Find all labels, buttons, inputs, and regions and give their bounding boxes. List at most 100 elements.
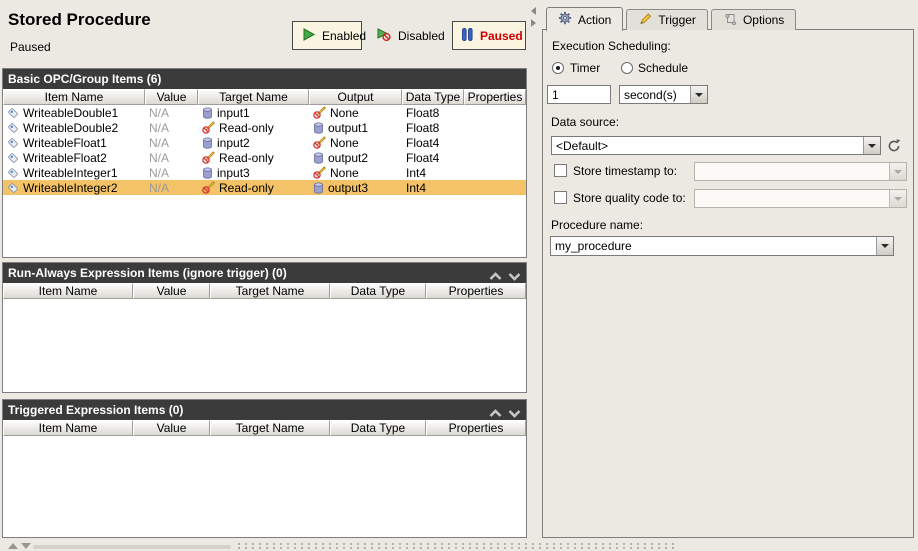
data-type-cell-text: Int4 bbox=[406, 165, 427, 180]
triggered-header: Triggered Expression Items (0) bbox=[3, 400, 526, 420]
column-header-target-name[interactable]: Target Name bbox=[210, 420, 330, 436]
chevron-up-icon[interactable] bbox=[489, 404, 502, 424]
value-cell: N/A bbox=[145, 105, 198, 120]
basic-items-column-headers: Item Name Value Target Name Output Data Type… bbox=[3, 89, 526, 105]
horizontal-scrollbar-thumb[interactable] bbox=[33, 545, 231, 549]
database-icon bbox=[202, 106, 213, 119]
tab-bar: Action Trigger Options bbox=[546, 6, 797, 31]
properties-cell bbox=[464, 135, 526, 150]
column-header-output[interactable]: Output bbox=[309, 89, 402, 105]
refresh-icon[interactable] bbox=[886, 138, 902, 154]
output-cell-text: output3 bbox=[328, 180, 369, 195]
value-cell-text: N/A bbox=[149, 180, 170, 195]
procedure-name-dropdown[interactable]: my_procedure bbox=[550, 236, 894, 256]
disabled-button-label: Disabled bbox=[398, 28, 445, 43]
splitter-grip[interactable] bbox=[238, 543, 674, 545]
value-cell: N/A bbox=[145, 120, 198, 135]
properties-cell bbox=[464, 120, 526, 135]
store-timestamp-checkbox[interactable] bbox=[554, 164, 567, 177]
store-quality-dropdown[interactable] bbox=[694, 189, 907, 208]
table-row[interactable]: WriteableInteger1 N/A input3 None Int4 bbox=[3, 165, 526, 180]
output-cell-text: output1 bbox=[328, 120, 369, 135]
play-prohibited-icon bbox=[376, 27, 392, 45]
column-header-item-name[interactable]: Item Name bbox=[3, 420, 133, 436]
chevron-down-icon[interactable] bbox=[508, 267, 521, 287]
store-timestamp-dropdown[interactable] bbox=[694, 162, 907, 181]
item-name-cell: WriteableInteger1 bbox=[3, 165, 145, 180]
table-row[interactable]: WriteableDouble2 N/A Read-only output1 Float… bbox=[3, 120, 526, 135]
column-header-target-name[interactable]: Target Name bbox=[198, 89, 309, 105]
table-row[interactable]: WriteableDouble1 N/A input1 None Float8 bbox=[3, 105, 526, 120]
table-row[interactable]: WriteableFloat2 N/A Read-only output2 Float4 bbox=[3, 150, 526, 165]
database-icon bbox=[202, 166, 213, 179]
splitter-collapse-right-arrow[interactable] bbox=[531, 19, 536, 27]
value-cell: N/A bbox=[145, 150, 198, 165]
column-header-data-type[interactable]: Data Type bbox=[330, 420, 426, 436]
value-cell-text: N/A bbox=[149, 135, 170, 150]
action-panel bbox=[542, 29, 914, 538]
column-header-item-name[interactable]: Item Name bbox=[3, 283, 133, 299]
value-cell-text: N/A bbox=[149, 165, 170, 180]
value-cell: N/A bbox=[145, 165, 198, 180]
schedule-radio[interactable] bbox=[621, 62, 633, 74]
run-always-column-headers: Item Name Value Target Name Data Type Proper… bbox=[3, 283, 526, 299]
interval-unit-dropdown[interactable]: second(s) bbox=[619, 85, 708, 104]
output-cell: None bbox=[309, 135, 402, 150]
table-row[interactable]: WriteableInteger2 N/A Read-only output3 Int4 bbox=[3, 180, 526, 195]
column-header-value[interactable]: Value bbox=[145, 89, 198, 105]
target-name-cell-text: Read-only bbox=[219, 180, 274, 195]
data-type-cell-text: Float8 bbox=[406, 105, 440, 120]
splitter-grip[interactable] bbox=[238, 547, 674, 549]
item-name-cell-text: WriteableDouble1 bbox=[23, 105, 119, 120]
column-header-properties[interactable]: Properties bbox=[464, 89, 526, 105]
disabled-button[interactable]: Disabled bbox=[368, 21, 453, 50]
output-cell-text: None bbox=[330, 165, 359, 180]
data-type-cell: Float8 bbox=[402, 105, 464, 120]
data-type-cell: Float8 bbox=[402, 120, 464, 135]
splitter-collapse-left-arrow[interactable] bbox=[531, 7, 536, 15]
paused-button[interactable]: Paused bbox=[452, 21, 526, 50]
interval-input[interactable] bbox=[547, 85, 611, 104]
item-name-cell-text: WriteableFloat2 bbox=[23, 150, 107, 165]
column-header-data-type[interactable]: Data Type bbox=[330, 283, 426, 299]
tab-trigger[interactable]: Trigger bbox=[626, 9, 708, 30]
data-type-cell: Float4 bbox=[402, 135, 464, 150]
dropdown-arrow-icon[interactable] bbox=[889, 190, 906, 207]
dropdown-arrow-icon[interactable] bbox=[863, 137, 880, 154]
tag-icon bbox=[7, 137, 19, 149]
item-name-cell: WriteableDouble1 bbox=[3, 105, 145, 120]
item-name-cell: WriteableFloat2 bbox=[3, 150, 145, 165]
column-header-value[interactable]: Value bbox=[133, 283, 210, 299]
no-write-icon bbox=[202, 181, 215, 194]
item-name-cell-text: WriteableFloat1 bbox=[23, 135, 107, 150]
gear-icon bbox=[558, 11, 572, 28]
collapse-up-arrow[interactable] bbox=[8, 543, 18, 549]
pause-icon bbox=[461, 27, 474, 45]
enabled-button[interactable]: Enabled bbox=[292, 21, 366, 50]
timer-radio[interactable] bbox=[552, 62, 564, 74]
chevron-down-icon[interactable] bbox=[508, 404, 521, 424]
value-cell-text: N/A bbox=[149, 105, 170, 120]
data-source-value: <Default> bbox=[556, 138, 609, 153]
target-name-cell-text: input2 bbox=[217, 135, 250, 150]
column-header-target-name[interactable]: Target Name bbox=[210, 283, 330, 299]
collapse-down-arrow[interactable] bbox=[21, 543, 31, 549]
table-row[interactable]: WriteableFloat1 N/A input2 None Float4 bbox=[3, 135, 526, 150]
store-quality-checkbox[interactable] bbox=[554, 191, 567, 204]
tab-action[interactable]: Action bbox=[546, 7, 624, 31]
data-source-dropdown[interactable]: <Default> bbox=[551, 136, 881, 155]
properties-cell bbox=[464, 105, 526, 120]
no-write-icon bbox=[202, 121, 215, 134]
status-text: Paused bbox=[10, 40, 51, 54]
dropdown-arrow-icon[interactable] bbox=[889, 163, 906, 180]
column-header-item-name[interactable]: Item Name bbox=[3, 89, 145, 105]
triggered-title: Triggered Expression Items (0) bbox=[8, 403, 184, 417]
column-header-value[interactable]: Value bbox=[133, 420, 210, 436]
dropdown-arrow-icon[interactable] bbox=[876, 237, 893, 255]
tab-options[interactable]: Options bbox=[710, 9, 797, 30]
dropdown-arrow-icon[interactable] bbox=[690, 86, 707, 103]
column-header-data-type[interactable]: Data Type bbox=[402, 89, 464, 105]
data-type-cell-text: Float8 bbox=[406, 120, 440, 135]
page-title: Stored Procedure bbox=[8, 10, 151, 29]
chevron-up-icon[interactable] bbox=[489, 267, 502, 287]
